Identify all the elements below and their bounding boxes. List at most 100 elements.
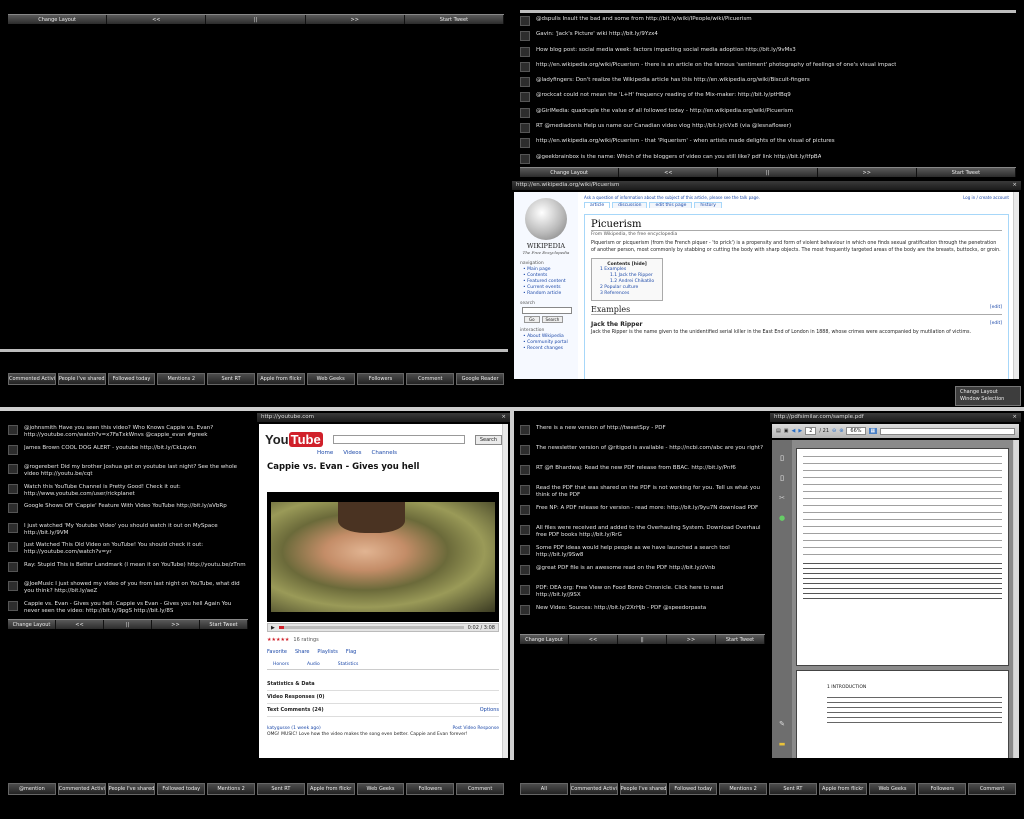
feed-item-text[interactable]: All files were received and added to the… xyxy=(536,525,765,539)
youtube-search-input[interactable] xyxy=(332,435,465,444)
feed-item-text[interactable]: New Video: Sources: http://bit.ly/2XrHjb… xyxy=(536,605,706,612)
youtube-nav-link[interactable]: Videos xyxy=(343,450,361,456)
feed-item-text[interactable]: Read the PDF that was shared on the PDF … xyxy=(536,485,765,499)
start-tweet-button[interactable]: Start Tweet xyxy=(405,15,505,24)
wiki-tab[interactable]: discussion xyxy=(612,202,648,208)
tab-button[interactable]: Comment xyxy=(406,373,455,385)
edit-link[interactable]: [edit] xyxy=(990,305,1002,314)
video-action-link[interactable]: Share xyxy=(295,649,309,655)
wiki-go-button[interactable]: Go xyxy=(524,316,540,323)
pause-button[interactable]: || xyxy=(206,15,306,24)
select-checkbox[interactable] xyxy=(520,153,530,164)
select-checkbox[interactable] xyxy=(8,600,18,611)
feed-item-text[interactable]: @geekbrainbox is the name: Which of the … xyxy=(536,154,821,161)
tab-button[interactable]: Commented Activity xyxy=(57,783,106,795)
pause-button[interactable]: || xyxy=(718,168,818,177)
pdf-scrollbar[interactable] xyxy=(1013,440,1019,758)
tab-button[interactable]: Mentions 2 xyxy=(157,373,206,385)
select-checkbox[interactable] xyxy=(8,522,18,533)
tab-button[interactable]: Commented Activity xyxy=(8,373,56,385)
feed-item-text[interactable]: The newsletter version of @ritigod is av… xyxy=(536,445,763,452)
wiki-search-button[interactable]: Search xyxy=(541,316,564,323)
feed-item-text[interactable]: RT @fi Bhardwaj: Read the new PDF releas… xyxy=(536,465,736,472)
page-input[interactable]: 2 xyxy=(805,427,817,435)
tab-button[interactable]: Commented Activity xyxy=(569,783,618,795)
video-section-row[interactable]: Video Responses (0) xyxy=(267,691,499,704)
edit-link[interactable]: [edit] xyxy=(990,321,1002,328)
wiki-tab[interactable]: history xyxy=(694,202,722,208)
feed-item-text[interactable]: @GirlMedia: quadruple the value of all f… xyxy=(536,108,793,115)
next-button[interactable]: >> xyxy=(667,635,716,644)
tab-button[interactable]: Followers xyxy=(918,783,967,795)
feed-item-text[interactable]: PDF: DEA org: Free View on Food Bomb Chr… xyxy=(536,585,765,599)
change-layout-button[interactable]: Change Layout xyxy=(8,620,56,629)
feed-item-text[interactable]: @JoeMusic I just showed my video of you … xyxy=(24,581,248,595)
tab-button[interactable]: Followed today xyxy=(669,783,718,795)
feed-item-text[interactable]: RT @mediadonis Help us name our Canadian… xyxy=(536,123,791,130)
video-subtab[interactable]: Honors xyxy=(273,662,289,667)
change-layout-button[interactable]: Change Layout xyxy=(520,168,620,177)
save-icon[interactable]: ▣ xyxy=(784,428,789,434)
feed-item-text[interactable]: Some PDF ideas would help people as we h… xyxy=(536,545,765,559)
select-checkbox[interactable] xyxy=(520,138,530,149)
select-checkbox[interactable] xyxy=(520,61,530,72)
feed-item-text[interactable]: Just Watched This Old Video on YouTube! … xyxy=(24,542,248,556)
select-checkbox[interactable] xyxy=(520,605,530,615)
video-action-link[interactable]: Flag xyxy=(346,649,357,655)
notes-icon[interactable]: ▬ xyxy=(779,740,786,748)
tab-button[interactable]: Apple from flickr xyxy=(306,783,355,795)
youtube-scrollbar[interactable] xyxy=(502,424,508,758)
youtube-nav-link[interactable]: Home xyxy=(317,450,333,456)
wiki-scrollbar[interactable] xyxy=(1013,192,1019,379)
rating-stars[interactable]: ★★★★★ xyxy=(267,637,289,643)
select-checkbox[interactable] xyxy=(8,503,18,513)
select-checkbox[interactable] xyxy=(520,425,530,435)
attachments-icon[interactable]: ✂ xyxy=(779,494,785,502)
zoom-select[interactable]: 66% xyxy=(846,427,866,435)
feed-item-text[interactable]: @great PDF file is an awesome read on th… xyxy=(536,565,715,572)
video-action-link[interactable]: Favorite xyxy=(267,649,287,655)
video-section-label[interactable]: Statistics & Data xyxy=(267,678,315,690)
tab-button[interactable]: Followers xyxy=(406,783,455,795)
feed-item-text[interactable]: Watch this YouTube Channel is Pretty Goo… xyxy=(24,484,248,498)
select-checkbox[interactable] xyxy=(520,465,530,475)
youtube-nav-link[interactable]: Channels xyxy=(372,450,397,456)
youtube-search-button[interactable]: Search xyxy=(474,434,502,445)
video-subtab[interactable]: Audio xyxy=(307,662,320,667)
feed-item-text[interactable]: @dspulis Insult the bad and some from ht… xyxy=(536,16,752,23)
comments-icon[interactable]: ✎ xyxy=(779,720,785,728)
video-action-link[interactable]: Playlists xyxy=(317,649,337,655)
next-button[interactable]: >> xyxy=(152,620,200,629)
change-layout-button[interactable]: Change Layout xyxy=(520,635,569,644)
feed-item-text[interactable]: Ray: Stupid This is Better Landmark (I m… xyxy=(24,562,246,569)
prev-page-icon[interactable]: ◀ xyxy=(791,428,795,434)
find-input[interactable] xyxy=(880,427,1015,435)
wiki-tab[interactable]: edit this page xyxy=(649,202,693,208)
select-checkbox[interactable] xyxy=(520,107,530,118)
video-section-row[interactable]: Statistics & Data xyxy=(267,678,499,691)
feed-item-text[interactable]: http://en.wikipedia.org/wiki/Picuerism -… xyxy=(536,62,896,69)
prev-button[interactable]: << xyxy=(619,168,719,177)
feed-item-text[interactable]: James Brown COOL DOG ALERT - youtube htt… xyxy=(24,445,196,452)
zoom-out-icon[interactable]: ⊖ xyxy=(832,428,836,434)
feed-item-text[interactable]: @johnsmith Have you seen this video? Who… xyxy=(24,425,248,439)
tab-button[interactable]: Followed today xyxy=(107,373,156,385)
select-checkbox[interactable] xyxy=(520,565,530,575)
tab-button[interactable]: Web Geeks xyxy=(356,783,405,795)
pause-button[interactable]: || xyxy=(618,635,667,644)
video-player[interactable] xyxy=(267,492,499,622)
change-layout-button[interactable]: Change Layout xyxy=(8,15,108,24)
feed-item-text[interactable]: There is a new version of http://tweetSp… xyxy=(536,425,666,432)
tab-button[interactable]: Followers xyxy=(356,373,405,385)
tab-button[interactable]: Sent RT xyxy=(256,783,305,795)
tab-button[interactable]: Followed today xyxy=(157,783,206,795)
pause-button[interactable]: || xyxy=(104,620,152,629)
start-tweet-button[interactable]: Start Tweet xyxy=(716,635,765,644)
wiki-notice[interactable]: Ask a question of information about the … xyxy=(584,195,760,200)
tab-button[interactable]: Comment xyxy=(968,783,1016,795)
select-checkbox[interactable] xyxy=(520,31,530,42)
video-section-row[interactable]: Text Comments (24) Options xyxy=(267,704,499,717)
tab-button[interactable]: Mentions 2 xyxy=(719,783,767,795)
feed-item-text[interactable]: @rockcat could not mean the 'L+H' freque… xyxy=(536,92,791,99)
next-page-icon[interactable]: ▶ xyxy=(798,428,802,434)
